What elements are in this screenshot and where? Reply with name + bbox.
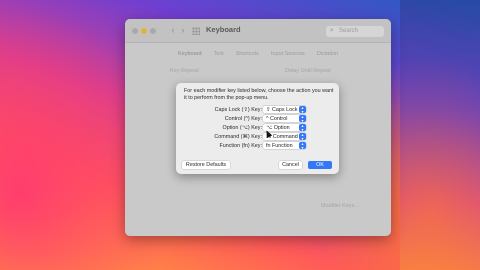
control-value: ^ Control [266, 115, 288, 122]
caps-lock-popup[interactable]: ⇪ Caps Lock ▴ ▾ [263, 106, 306, 113]
popup-chevrons-icon: ▴ ▾ [299, 106, 306, 113]
zoom-window-button[interactable] [150, 28, 156, 34]
desktop-wallpaper-band [400, 0, 480, 270]
control-label: Control (^) Key: [224, 116, 262, 122]
option-label: Option (⌥) Key: [222, 125, 262, 131]
command-label: Command (⌘) Key: [214, 134, 262, 140]
minimize-window-button[interactable] [141, 28, 147, 34]
option-row: Option (⌥) Key: ⌥ Option ▴ ▾ [176, 123, 339, 132]
popup-chevrons-icon: ▴ ▾ [299, 133, 306, 140]
window-title: Keyboard [206, 25, 241, 34]
tab-bar: Keyboard Text Shortcuts Input Sources Di… [175, 50, 341, 60]
dialog-instructions: For each modifier key listed below, choo… [184, 88, 334, 101]
function-row: Function (fn) Key: fn Function ▴ ▾ [176, 141, 339, 150]
tab-text[interactable]: Text [211, 50, 227, 60]
tab-keyboard[interactable]: Keyboard [175, 50, 205, 60]
search-icon: ⌕ [330, 27, 334, 34]
caps-lock-value: ⇪ Caps Lock [266, 106, 298, 113]
caps-lock-label: Caps Lock (⇪) Key: [214, 107, 262, 113]
command-row: Command (⌘) Key: ⌘ Command ▴ ▾ [176, 132, 339, 141]
back-button[interactable]: ‹ [169, 25, 177, 35]
restore-defaults-button[interactable]: Restore Defaults [182, 161, 230, 169]
key-repeat-label: Key Repeat [170, 68, 199, 74]
delay-until-repeat-label: Delay Until Repeat [285, 68, 331, 74]
titlebar: ‹ › Keyboard ⌕ Search [125, 19, 391, 43]
search-placeholder: Search [339, 28, 359, 34]
control-popup[interactable]: ^ Control ▴ ▾ [263, 115, 306, 122]
popup-chevrons-icon: ▴ ▾ [299, 142, 306, 149]
modifier-keys-dialog: For each modifier key listed below, choo… [176, 83, 339, 174]
show-all-grid-icon[interactable] [192, 27, 200, 35]
function-value: fn Function [266, 142, 293, 149]
cancel-button[interactable]: Cancel [279, 161, 302, 169]
forward-button[interactable]: › [179, 25, 187, 35]
tab-input-sources[interactable]: Input Sources [268, 50, 308, 60]
tab-dictation[interactable]: Dictation [314, 50, 341, 60]
control-row: Control (^) Key: ^ Control ▴ ▾ [176, 114, 339, 123]
search-input[interactable]: ⌕ Search [326, 26, 384, 37]
popup-chevrons-icon: ▴ ▾ [299, 115, 306, 122]
tab-shortcuts[interactable]: Shortcuts [233, 50, 262, 60]
function-popup[interactable]: fn Function ▴ ▾ [263, 142, 306, 149]
ok-button[interactable]: OK [308, 161, 332, 169]
modifier-keys-button[interactable]: Modifier Keys... [321, 203, 359, 209]
function-label: Function (fn) Key: [219, 143, 262, 149]
popup-chevrons-icon: ▴ ▾ [299, 124, 306, 131]
close-window-button[interactable] [132, 28, 138, 34]
caps-lock-row: Caps Lock (⇪) Key: ⇪ Caps Lock ▴ ▾ [176, 105, 339, 114]
